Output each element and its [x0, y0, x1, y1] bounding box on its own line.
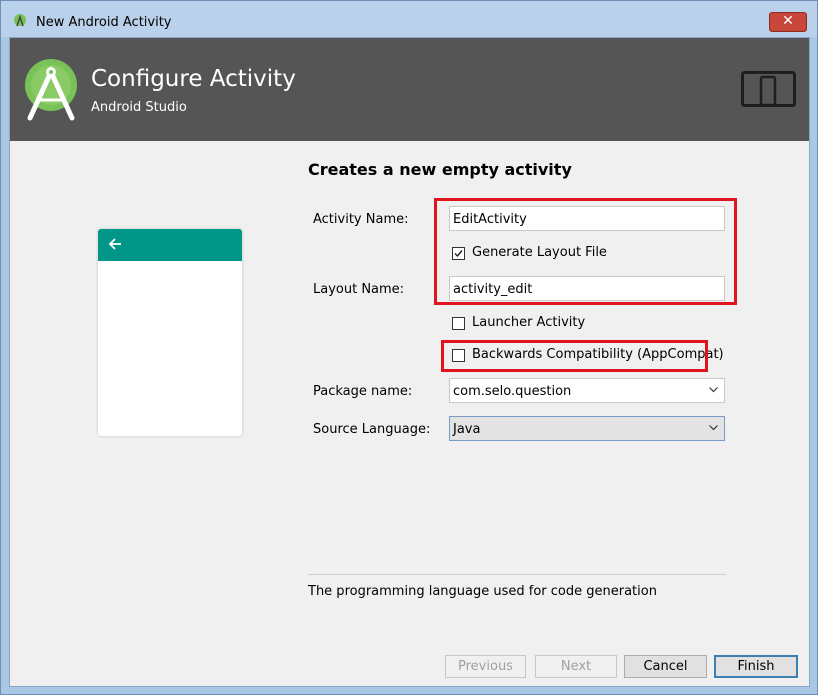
form-title: Creates a new empty activity: [308, 160, 572, 179]
finish-button[interactable]: Finish: [714, 655, 798, 678]
activity-name-label: Activity Name:: [313, 212, 409, 227]
package-name-label: Package name:: [313, 384, 413, 399]
arrow-left-icon: [108, 238, 121, 250]
window-title: New Android Activity: [36, 15, 172, 30]
highlight-box-name-fields: [434, 198, 737, 305]
source-language-select[interactable]: Java: [449, 416, 725, 441]
dialog-window: New Android Activity ✕ Configure Activit…: [0, 0, 818, 695]
package-name-value: com.selo.question: [453, 384, 572, 399]
header-banner: Configure Activity Android Studio: [10, 38, 809, 141]
highlight-box-appcompat: [441, 340, 708, 372]
preview-toolbar: [98, 229, 242, 261]
source-language-label: Source Language:: [313, 422, 431, 437]
cancel-button[interactable]: Cancel: [624, 655, 707, 678]
source-language-value: Java: [453, 422, 481, 437]
header-title: Configure Activity: [91, 66, 296, 92]
next-button[interactable]: Next: [535, 655, 617, 678]
chevron-down-icon: [709, 387, 718, 393]
package-name-combo[interactable]: com.selo.question: [449, 378, 725, 403]
android-studio-logo: [25, 59, 77, 121]
launcher-activity-checkbox[interactable]: [452, 317, 465, 330]
close-button[interactable]: ✕: [769, 12, 807, 32]
previous-button[interactable]: Previous: [445, 655, 526, 678]
phone-tablet-icon: [741, 71, 796, 107]
android-studio-icon: [14, 14, 26, 27]
divider: [308, 574, 726, 575]
layout-name-label: Layout Name:: [313, 282, 405, 297]
activity-preview: [98, 229, 242, 436]
header-subtitle: Android Studio: [91, 100, 187, 115]
chevron-down-icon: [709, 425, 718, 431]
launcher-activity-label: Launcher Activity: [472, 315, 586, 330]
close-icon: ✕: [782, 13, 794, 29]
dialog-content: Configure Activity Android Studio Create…: [9, 37, 810, 687]
title-bar: New Android Activity ✕: [1, 1, 817, 37]
field-description: The programming language used for code g…: [308, 584, 657, 599]
